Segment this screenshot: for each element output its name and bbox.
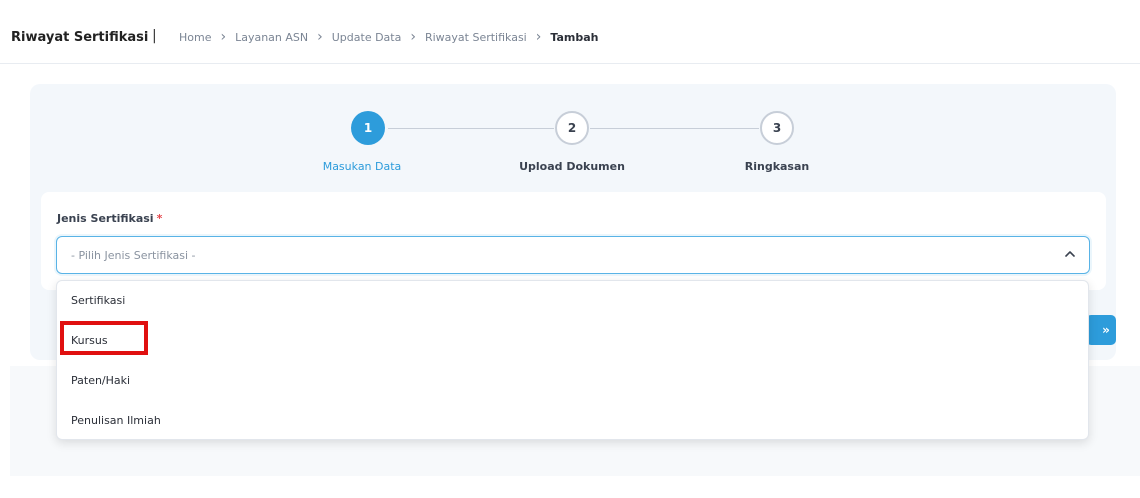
breadcrumb-current: Tambah — [550, 31, 599, 44]
field-label: Jenis Sertifikasi * — [57, 212, 162, 225]
stepper-line-1 — [388, 128, 554, 129]
breadcrumb-layanan-asn[interactable]: Layanan ASN — [235, 31, 308, 44]
chevron-right-icon: › — [410, 29, 416, 45]
step-3-circle: 3 — [760, 111, 794, 145]
double-chevron-right-icon: » — [1102, 323, 1110, 337]
highlight-box — [60, 321, 148, 355]
page-title: Riwayat Sertifikasi — [11, 30, 149, 45]
breadcrumb-home[interactable]: Home — [179, 31, 211, 44]
option-penulisan-ilmiah[interactable]: Penulisan Ilmiah — [71, 414, 161, 427]
chevron-right-icon: › — [220, 29, 227, 45]
breadcrumb-update-data[interactable]: Update Data — [332, 31, 402, 44]
chevron-up-icon — [1065, 251, 1075, 257]
breadcrumb: Home › Layanan ASN › Update Data › Riway… — [179, 29, 599, 45]
option-sertifikasi[interactable]: Sertifikasi — [71, 294, 125, 307]
chevron-right-icon: › — [535, 29, 542, 45]
step-2-circle: 2 — [555, 111, 589, 145]
title-separator: | — [152, 28, 157, 44]
option-paten-haki[interactable]: Paten/Haki — [71, 374, 130, 387]
step-2-label: Upload Dokumen — [519, 160, 625, 173]
step-1-circle: 1 — [351, 111, 385, 145]
step-3-label: Ringkasan — [744, 160, 810, 173]
select-dropdown-menu: Sertifikasi Kursus Paten/Haki Penulisan … — [56, 280, 1089, 440]
stepper-line-2 — [590, 128, 759, 129]
field-label-text: Jenis Sertifikasi — [57, 212, 154, 225]
required-mark: * — [156, 212, 163, 225]
chevron-right-icon: › — [317, 29, 323, 45]
next-button[interactable]: » — [1086, 315, 1116, 345]
page-header: Riwayat Sertifikasi | Home › Layanan ASN… — [0, 0, 1140, 64]
breadcrumb-riwayat-sertifikasi[interactable]: Riwayat Sertifikasi — [425, 31, 527, 44]
select-placeholder: - Pilih Jenis Sertifikasi - — [71, 249, 196, 262]
step-1-label: Masukan Data — [322, 160, 402, 173]
jenis-sertifikasi-select[interactable]: - Pilih Jenis Sertifikasi - — [56, 236, 1090, 274]
